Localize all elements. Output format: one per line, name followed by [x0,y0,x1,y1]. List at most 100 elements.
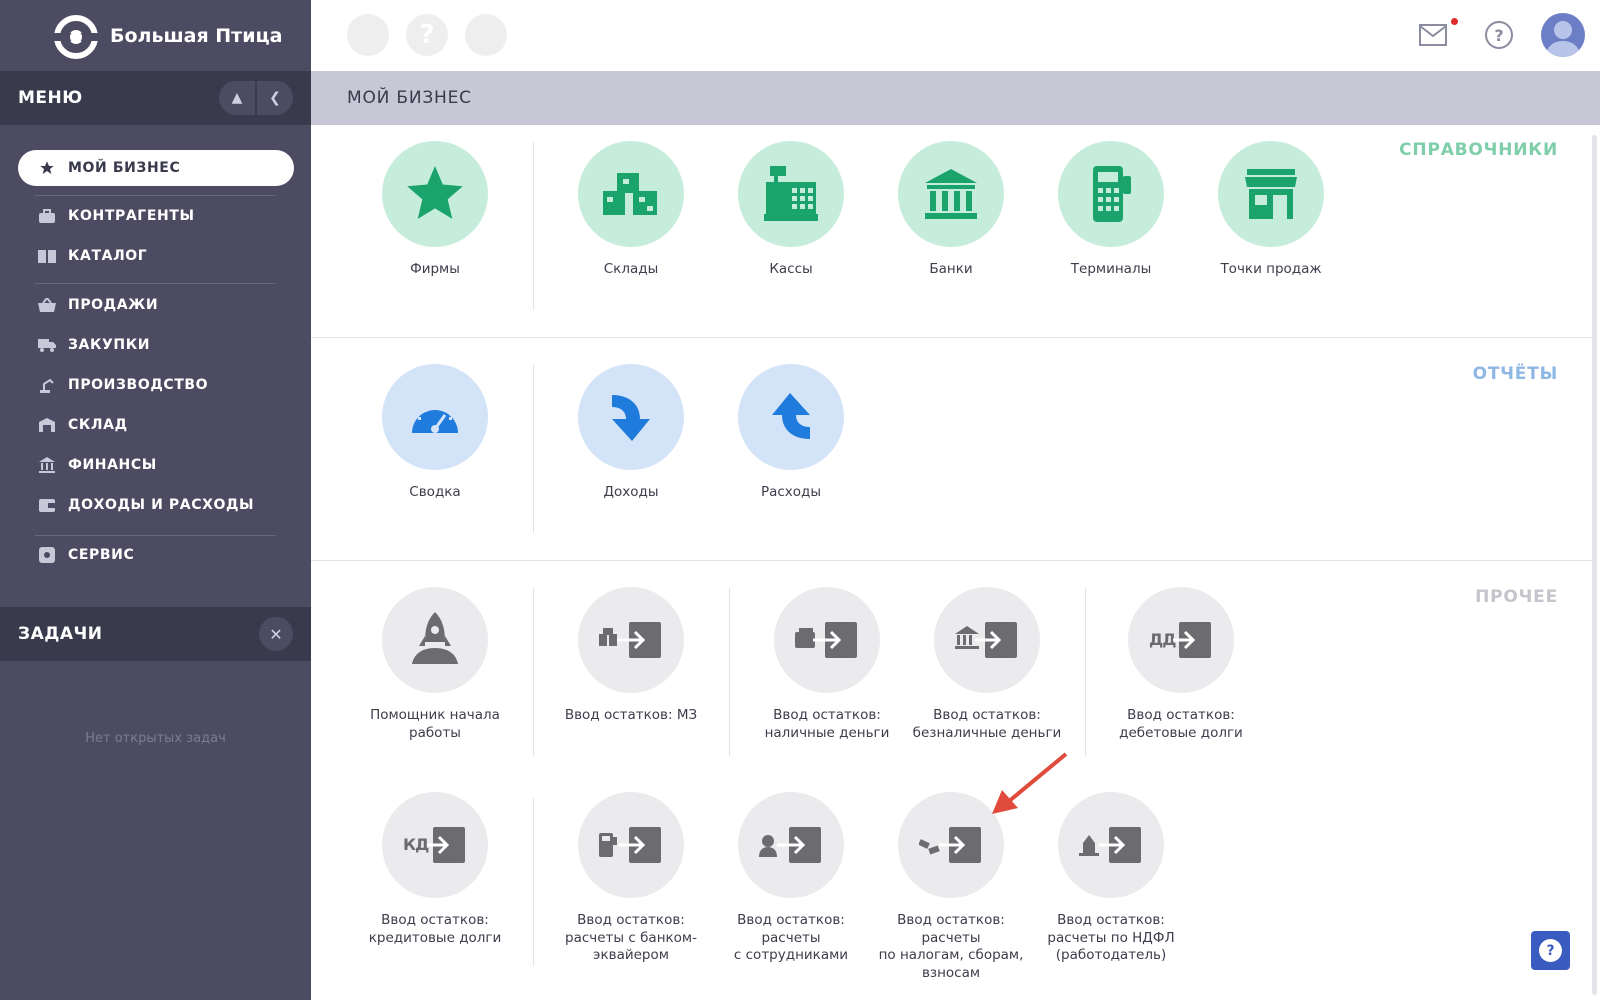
tile-balance-employees[interactable]: Ввод остатков: расчеты с сотрудниками [711,792,871,965]
chevron-left-icon: ❮ [269,90,281,106]
no-tasks-text: Нет открытых задач [85,731,226,746]
tile-warehouses[interactable]: Склады [551,141,711,279]
column-divider [533,588,534,756]
section-title-directories: СПРАВОЧНИКИ [1399,140,1558,160]
sidebar-item-purchases[interactable]: ЗАКУПКИ [18,327,294,363]
tile-balance-credit-debts[interactable]: КД Ввод остатков: кредитовые долги [355,792,515,947]
truck-icon [38,338,56,352]
avatar[interactable] [1541,13,1585,57]
sidebar-item-finance[interactable]: ФИНАНСЫ [18,447,294,483]
rocket-icon [412,612,458,664]
scrollbar[interactable] [1592,135,1597,995]
sidebar-item-income-expenses[interactable]: ДОХОДЫ И РАСХОДЫ [18,487,294,523]
close-icon: ✕ [269,624,283,644]
wallet-icon [38,498,56,512]
logo-text: Большая Птица [110,24,283,47]
chevron-up-icon: ▲ [231,90,243,106]
tile-label: Точки продаж [1220,261,1322,277]
sidebar-item-sales[interactable]: ПРОДАЖИ [18,287,294,323]
tile-balance-acquirer[interactable]: Ввод остатков: расчеты с банком- эквайер… [551,792,711,965]
column-divider [533,142,534,310]
wallet-import-icon [795,622,857,658]
tile-label: Сводка [409,484,461,500]
menu-header: МЕНЮ ▲ ❮ [0,71,311,125]
tile-label: Терминалы [1070,261,1152,277]
tasks-header: ЗАДАЧИ ✕ [0,607,311,661]
tile-label: Склады [603,261,659,277]
tile-balance-cash[interactable]: Ввод остатков: наличные деньги [747,587,907,742]
help-chat-button[interactable]: ? [1531,931,1570,970]
sidebar-item-production[interactable]: ПРОИЗВОДСТВО [18,367,294,403]
bank-icon [38,457,56,473]
shop-icon [1245,169,1297,219]
terminal-import-icon [599,827,661,863]
tile-balance-noncash[interactable]: Ввод остатков: безналичные деньги [907,587,1067,742]
employee-import-icon [759,827,821,863]
toolbar-button-1[interactable] [347,14,389,56]
boxes-icon [603,173,657,215]
page-title: МОЙ БИЗНЕС [347,88,472,108]
column-divider [533,365,534,533]
tile-label: Кассы [769,261,813,277]
tile-label: Расходы [760,484,822,500]
ndfl-import-icon [1079,827,1141,863]
section-divider [311,560,1592,561]
collapse-up-button[interactable]: ▲ [219,81,255,115]
tile-balance-debit-debts[interactable]: ДД Ввод остатков: дебетовые долги [1101,587,1261,742]
divider [35,535,276,536]
tile-circle [578,141,684,247]
sidebar-item-service[interactable]: СЕРВИС [18,537,294,573]
tile-terminals[interactable]: Терминалы [1031,141,1191,279]
tile-label: Ввод остатков: расчеты с банком- эквайер… [565,912,697,963]
page-title-bar: МОЙ БИЗНЕС [311,71,1600,125]
tile-firms[interactable]: Фирмы [355,141,515,279]
sidebar-item-my-business[interactable]: МОЙ БИЗНЕС [18,150,294,186]
sidebar-item-counterparties[interactable]: КОНТРАГЕНТЫ [18,198,294,234]
tile-income[interactable]: Доходы [551,364,711,502]
tile-onboarding-assistant[interactable]: Помощник начала работы [355,587,515,742]
tile-label: Доходы [603,484,659,500]
divider [35,195,276,196]
close-tasks-button[interactable]: ✕ [259,617,293,651]
tile-cashboxes[interactable]: Кассы [711,141,871,279]
toolbar-button-3[interactable] [465,14,507,56]
tile-circle [934,587,1040,693]
tile-label: Ввод остатков: кредитовые долги [368,912,502,946]
mail-icon[interactable] [1419,22,1447,48]
logo[interactable]: Большая Птица [0,0,311,71]
tile-points-of-sale[interactable]: Точки продаж [1191,141,1351,279]
tile-circle [578,587,684,693]
tile-label: Помощник начала работы [370,707,500,741]
credit-import-icon: КД [403,825,467,865]
tile-label: Ввод остатков: расчеты по налогам, сбора… [878,912,1024,981]
tile-balance-inventory[interactable]: Ввод остатков: МЗ [551,587,711,725]
section-title-reports: ОТЧЁТЫ [1472,364,1558,384]
section-divider [311,337,1592,338]
tile-circle [1058,792,1164,898]
tile-circle [738,364,844,470]
star-icon [407,166,463,219]
column-divider [533,798,534,966]
cash-register-icon [764,166,818,221]
sidebar-item-catalog[interactable]: КАТАЛОГ [18,238,294,274]
debit-import-icon: ДД [1149,620,1213,660]
divider [35,283,276,284]
sidebar-item-label: МОЙ БИЗНЕС [68,160,181,176]
tile-label: Банки [929,261,973,277]
speedometer-icon [412,406,458,433]
tile-balance-taxes[interactable]: Ввод остатков: расчеты по налогам, сбора… [871,792,1031,982]
basket-icon [38,298,56,312]
toolbar-help-button[interactable]: ? [406,14,448,56]
logo-icon [54,14,98,59]
collapse-sidebar-button[interactable]: ❮ [257,81,293,115]
tile-circle [898,141,1004,247]
tile-label: Ввод остатков: МЗ [564,707,698,723]
sidebar-item-label: СЕРВИС [68,547,135,563]
tile-expenses[interactable]: Расходы [711,364,871,502]
tile-banks[interactable]: Банки [871,141,1031,279]
sidebar-item-warehouse[interactable]: СКЛАД [18,407,294,443]
tile-label: Фирмы [410,261,460,277]
tile-summary[interactable]: Сводка [355,364,515,502]
tile-circle [738,792,844,898]
help-icon[interactable]: ? [1485,21,1513,49]
